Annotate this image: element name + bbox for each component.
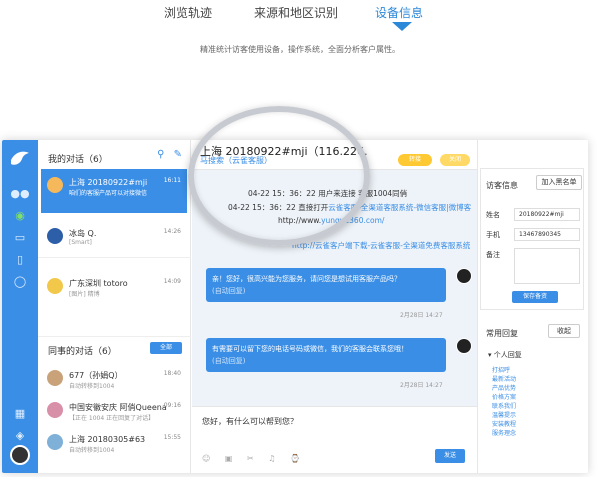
conversation-name: 上海 20180305#63 [69, 435, 146, 444]
conversation-name: 上海 20180922#mji [69, 178, 148, 187]
conversation-time: 09:16 [163, 402, 181, 409]
icon-sidebar: ●● ◉ ▭ ▯ ◯ ▦ ◈ [2, 140, 38, 473]
tab-device-info[interactable]: 设备信息 [375, 4, 423, 21]
magnifier-lens-icon [188, 106, 370, 246]
quick-reply-item[interactable]: 服务理念 [492, 428, 516, 437]
screen: 浏览轨迹 来源和地区识别 设备信息 精准统计访客使用设备，操作系统，全面分析客户… [0, 0, 600, 477]
message-time: 2月28日 14:27 [400, 382, 443, 389]
divider [38, 336, 191, 337]
quick-reply-item[interactable]: 最新活动 [492, 374, 516, 383]
conversation-list: 我的对话（6） ⚲ ✎ 上海 20180922#mji 咱们的客服产品可以对接微… [38, 140, 191, 473]
all-button[interactable]: 全部 [150, 342, 182, 354]
conversation-preview: 【正在 1004 正在回复了对话】 [69, 415, 155, 422]
avatar [47, 402, 63, 418]
message-time: 2月28日 14:27 [400, 312, 443, 319]
visitor-info-title: 访客信息 [486, 181, 518, 190]
active-tab-arrow-icon [392, 22, 412, 31]
conversation-item[interactable]: 冰岛 Q. [Smart] 14:26 [41, 220, 187, 264]
visitor-panel: 访客信息 加入黑名单 姓名 20180922#mji 手机 1346789034… [477, 140, 588, 473]
close-chat-button[interactable]: 关闭 [440, 154, 470, 166]
section-subtitle: 精准统计访客使用设备，操作系统，全面分析客户属性。 [200, 45, 400, 54]
quick-reply-item[interactable]: 打招呼 [492, 365, 510, 374]
conversation-preview: 自动转移到1004 [69, 383, 115, 390]
avatar [47, 370, 63, 386]
conversation-item[interactable]: 上海 20180922#mji 咱们的客服产品可以对接微信 16:11 [41, 169, 187, 213]
conversation-time: 14:26 [163, 228, 181, 235]
name-field[interactable]: 20180922#mji [514, 208, 580, 221]
wechat-icon[interactable]: ◉ [10, 208, 30, 224]
phone-field[interactable]: 13467890345 [514, 228, 580, 241]
name-label: 姓名 [486, 211, 500, 219]
avatar [47, 177, 63, 193]
conversation-preview: [图片] 精博 [69, 291, 100, 298]
compass-icon[interactable]: ◯ [10, 274, 30, 290]
note-field[interactable] [514, 248, 580, 284]
conversation-preview: 咱们的客服产品可以对接微信 [69, 190, 148, 197]
conversation-item[interactable]: 广东深圳 totoro [图片] 精博 14:09 [41, 270, 187, 314]
conversation-name: 广东深圳 totoro [69, 279, 128, 288]
quick-reply-item[interactable]: 产品优势 [492, 383, 516, 392]
conversation-time: 18:40 [163, 370, 181, 377]
agent-avatar [456, 268, 472, 284]
conversation-preview: [Smart] [69, 239, 92, 246]
conversation-time: 15:55 [163, 434, 181, 441]
quick-reply-item[interactable]: 安装教程 [492, 419, 516, 428]
conversation-name: 冰岛 Q. [69, 229, 97, 238]
avatar [47, 278, 63, 294]
feature-tabs: 浏览轨迹 来源和地区识别 设备信息 [0, 0, 600, 40]
search-icon[interactable]: ⚲ [157, 149, 164, 160]
agent-message: 亲！您好，很高兴能为您服务，请问您是想试用客服产品吗？ (自动回复) [206, 268, 446, 302]
colleague-conversations-title: 同事的对话（6） [48, 347, 117, 357]
team-icon[interactable]: ●● [10, 186, 30, 202]
input-toolbar-icons[interactable]: ☺ ▣ ✂ ♫ ⌚ [202, 454, 306, 463]
conversation-name: 677（孙娟Q） [69, 371, 123, 380]
quick-reply-item[interactable]: 温馨提示 [492, 410, 516, 419]
note-label: 备注 [486, 251, 500, 259]
conversation-item[interactable]: 上海 20180305#63 自动转移到1004 15:55 [41, 426, 187, 470]
avatar [47, 228, 63, 244]
avatar [47, 434, 63, 450]
monitor-icon[interactable]: ▭ [10, 230, 30, 246]
add-blacklist-button[interactable]: 加入黑名单 [536, 175, 582, 190]
my-conversations-title: 我的对话（6） [48, 155, 108, 165]
send-button[interactable]: 发送 [435, 449, 465, 463]
personal-replies-toggle[interactable]: ▾ 个人回复 [488, 350, 522, 360]
message-input[interactable]: 您好，有什么可以帮到您？ [202, 416, 298, 427]
agent-avatar [456, 338, 472, 354]
quick-reply-title: 常用回复 [486, 329, 518, 338]
transfer-button[interactable]: 转接 [398, 154, 432, 166]
quick-reply-item[interactable]: 联系我们 [492, 401, 516, 410]
conversation-preview: 自动转移到1004 [69, 447, 115, 454]
bird-logo-icon [11, 151, 29, 165]
stats-icon[interactable]: ▦ [10, 406, 30, 422]
quick-reply-item[interactable]: 价格方案 [492, 392, 516, 401]
tab-source-region[interactable]: 来源和地区识别 [254, 4, 338, 21]
conversation-name: 中国安徽安庆 阿俏Queena [69, 403, 167, 412]
source-link[interactable]: http://云雀客户端下载-云雀客服-全渠道免费客服系统 [292, 241, 470, 250]
mobile-icon[interactable]: ▯ [10, 252, 30, 268]
agent-message: 有需要可以留下您的电话号码或微信，我们的客服会联系您哦！ (自动回复) [206, 338, 446, 372]
layers-icon[interactable]: ◈ [10, 428, 30, 444]
edit-icon[interactable]: ✎ [174, 149, 182, 160]
system-message: http://云雀客户端下载-云雀客服-全渠道免费客服系统 [292, 240, 470, 251]
list-toolbar: ⚲ ✎ [157, 149, 182, 160]
message-input-area[interactable]: 您好，有什么可以帮到您？ ☺ ▣ ✂ ♫ ⌚ 发送 [192, 406, 477, 473]
conversation-time: 14:09 [163, 278, 181, 285]
collapse-button[interactable]: 收起 [548, 324, 580, 338]
phone-label: 手机 [486, 231, 500, 239]
conversation-time: 16:11 [163, 177, 181, 184]
tab-browse-trail[interactable]: 浏览轨迹 [164, 4, 212, 21]
user-avatar[interactable] [10, 445, 30, 465]
save-button[interactable]: 保存备资 [512, 291, 558, 303]
